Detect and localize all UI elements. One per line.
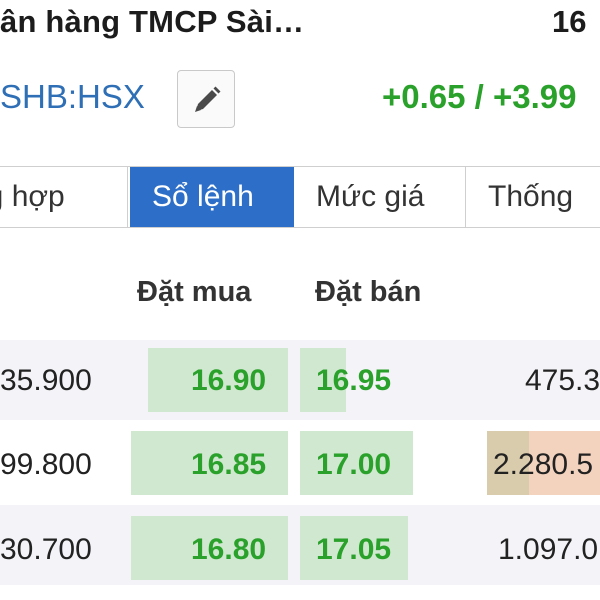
ask-price: 17.05 (316, 533, 392, 566)
tab-so-lenh[interactable]: Sổ lệnh (130, 167, 294, 227)
price-change: +0.65 / +3.99 (382, 78, 577, 115)
bid-price: 16.90 (191, 364, 267, 397)
tab-tong-hop[interactable]: ng hợp (0, 167, 128, 227)
bid-price: 16.85 (191, 448, 267, 481)
ask-volume: 2.280.5 (493, 448, 594, 481)
column-header-sell: Đặt bán (315, 276, 422, 308)
tab-thong-ke[interactable]: Thống (466, 167, 600, 227)
column-header-buy: Đặt mua (137, 276, 252, 308)
bid-volume: 35.900 (0, 364, 92, 397)
ticker-symbol[interactable]: SHB:HSX (0, 78, 145, 116)
tab-muc-gia[interactable]: Mức giá (296, 167, 466, 227)
bid-volume: 99.800 (0, 448, 92, 481)
ask-price: 16.95 (316, 364, 392, 397)
tab-bar: ng hợp Sổ lệnh Mức giá Thống (0, 166, 600, 228)
pencil-icon (195, 86, 221, 112)
bid-volume: 30.700 (0, 533, 92, 566)
ask-price: 17.00 (316, 448, 392, 481)
stock-name-title: ân hàng TMCP Sài… (0, 4, 305, 39)
current-price: 16 (552, 4, 587, 39)
bid-price: 16.80 (191, 533, 267, 566)
ask-volume: 475.3 (525, 364, 600, 397)
edit-button[interactable] (177, 70, 235, 128)
ask-volume: 1.097.0 (498, 533, 599, 566)
tab-label: ng hợp (0, 180, 65, 213)
